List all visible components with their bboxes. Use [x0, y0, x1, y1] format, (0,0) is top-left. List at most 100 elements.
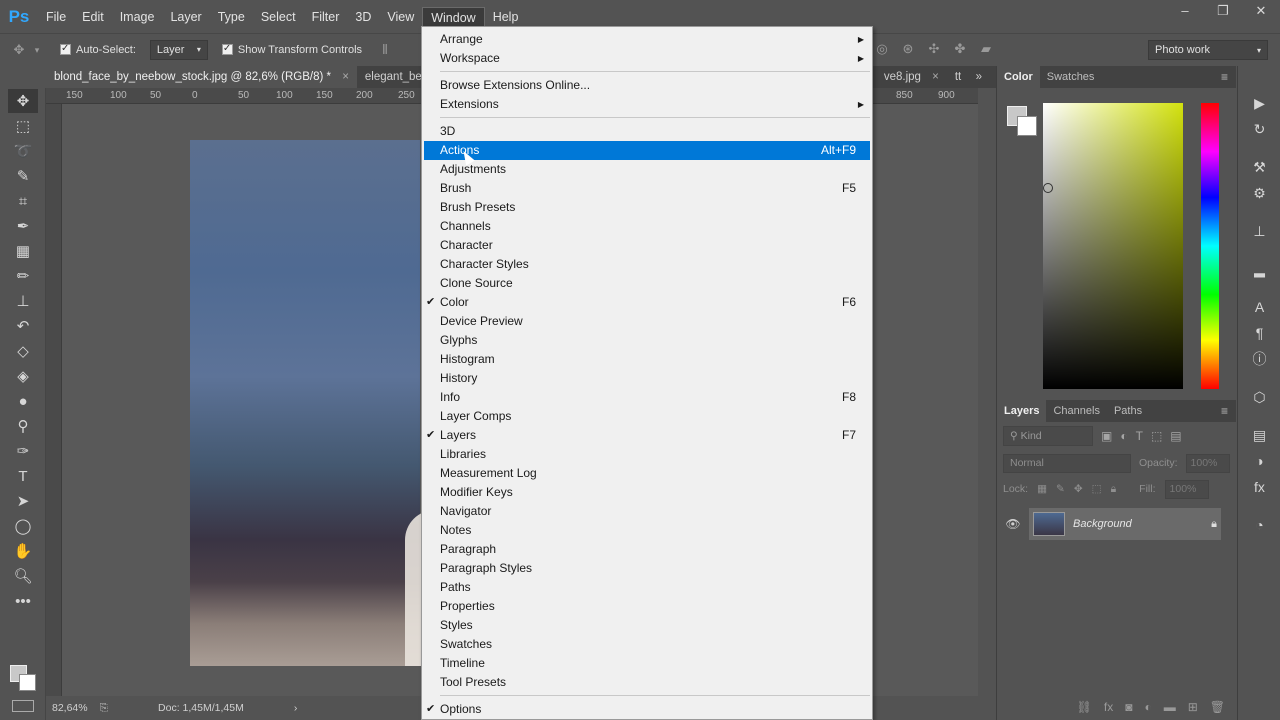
menu-item-options[interactable]: ✔ Options — [422, 700, 872, 719]
menu-item-brush[interactable]: Brush F5 — [422, 179, 872, 198]
move-tool-icon[interactable]: ✥ — [10, 41, 28, 59]
shape-filter-icon[interactable]: ⬚ — [1151, 429, 1162, 443]
menu-item-clone-source[interactable]: Clone Source — [422, 274, 872, 293]
3d-rotate-icon[interactable]: ◎ — [873, 40, 891, 58]
3d-roll-icon[interactable]: ⊛ — [899, 40, 917, 58]
histogram-icon[interactable]: ▂ — [1238, 256, 1280, 282]
menu-view[interactable]: View — [379, 7, 422, 27]
adjustment-layer-icon[interactable]: ◐ — [1144, 700, 1151, 714]
menu-item-paragraph-styles[interactable]: Paragraph Styles — [422, 559, 872, 578]
type-filter-icon[interactable]: T — [1136, 429, 1143, 443]
menu-item-tool-presets[interactable]: Tool Presets — [422, 673, 872, 692]
menu-select[interactable]: Select — [253, 7, 304, 27]
lock-pixels-icon[interactable]: ▦ — [1037, 483, 1047, 495]
trash-icon[interactable]: 🗑︎ — [1210, 700, 1225, 714]
document-tab[interactable]: blond_face_by_neebow_stock.jpg @ 82,6% (… — [46, 66, 357, 88]
menu-item-channels[interactable]: Channels — [422, 217, 872, 236]
ellipse-tool-icon[interactable]: ◯ — [8, 514, 38, 538]
tab-paths[interactable]: Paths — [1107, 400, 1149, 422]
menu-item-extensions[interactable]: Extensions ▶ — [422, 95, 872, 114]
eyedropper-tool-icon[interactable]: ✒ — [8, 214, 38, 238]
workspace-dropdown[interactable]: Photo work ▾ — [1148, 40, 1268, 60]
lock-position-icon[interactable]: ✥ — [1074, 483, 1083, 495]
paint-bucket-tool-icon[interactable]: ◈ — [8, 364, 38, 388]
menu-item-histogram[interactable]: Histogram — [422, 350, 872, 369]
status-menu-arrow[interactable]: › — [294, 702, 298, 714]
eraser-tool-icon[interactable]: ◇ — [8, 339, 38, 363]
mask-icon[interactable]: ◙ — [1125, 700, 1132, 714]
menu-help[interactable]: Help — [485, 7, 527, 27]
more-tools-icon[interactable]: ••• — [8, 589, 38, 613]
3d-icon[interactable]: ⬡ — [1238, 384, 1280, 410]
menu-item-properties[interactable]: Properties — [422, 597, 872, 616]
menu-item-glyphs[interactable]: Glyphs — [422, 331, 872, 350]
menu-item-actions[interactable]: Actions Alt+F9 — [424, 141, 870, 160]
menu-item-paths[interactable]: Paths — [422, 578, 872, 597]
adjustments-icon[interactable]: ⚙ — [1238, 180, 1280, 206]
panel-menu-icon[interactable]: ≡ — [1221, 404, 1228, 418]
menu-item-character[interactable]: Character — [422, 236, 872, 255]
menu-edit[interactable]: Edit — [74, 7, 112, 27]
quick-mask-icon[interactable] — [12, 700, 34, 712]
opacity-field[interactable]: 100% — [1185, 453, 1230, 473]
3d-scale-icon[interactable]: ▰ — [977, 40, 995, 58]
menu-item-browse-extensions-online[interactable]: Browse Extensions Online... — [422, 76, 872, 95]
background-color-swatch[interactable] — [19, 674, 36, 691]
zoom-tool-icon[interactable]: 🔍︎ — [8, 564, 38, 588]
move-tool-icon[interactable]: ✥ — [8, 89, 38, 113]
zoom-level[interactable]: 82,64% — [52, 702, 88, 714]
menu-type[interactable]: Type — [210, 7, 253, 27]
styles-icon[interactable]: ◑ — [1238, 448, 1280, 474]
tab-swatches[interactable]: Swatches — [1040, 66, 1102, 88]
color-picker-cursor[interactable] — [1043, 183, 1053, 193]
link-icon[interactable]: ⛓ — [1077, 700, 1092, 714]
panel-menu-icon[interactable]: ≡ — [1221, 70, 1228, 84]
history-icon[interactable]: ↻ — [1238, 116, 1280, 142]
new-layer-icon[interactable]: ⊞ — [1188, 700, 1198, 714]
menu-item-timeline[interactable]: Timeline — [422, 654, 872, 673]
clone-source-icon[interactable]: ⊥ — [1238, 218, 1280, 244]
align-top-icon[interactable]: ⫴ — [376, 41, 394, 59]
menu-item-navigator[interactable]: Navigator — [422, 502, 872, 521]
menu-image[interactable]: Image — [112, 7, 163, 27]
chevron-down-icon[interactable]: ▾ — [28, 41, 46, 59]
hue-slider[interactable] — [1201, 103, 1219, 389]
layer-row[interactable]: 👁︎ Background 🔒︎ — [997, 508, 1236, 540]
healing-brush-tool-icon[interactable]: ▦ — [8, 239, 38, 263]
menu-item-brush-presets[interactable]: Brush Presets — [422, 198, 872, 217]
document-tab[interactable]: ve8.jpg × — [876, 66, 947, 88]
eye-icon[interactable]: 👁︎ — [997, 517, 1029, 531]
menu-item-history[interactable]: History — [422, 369, 872, 388]
3d-slide-icon[interactable]: ✤ — [951, 40, 969, 58]
menu-item-libraries[interactable]: Libraries — [422, 445, 872, 464]
pen-tool-icon[interactable]: ✑ — [8, 439, 38, 463]
menu-item-styles[interactable]: Styles — [422, 616, 872, 635]
menu-layer[interactable]: Layer — [162, 7, 209, 27]
channels-icon[interactable]: ▤ — [1238, 422, 1280, 448]
minimize-button[interactable]: – — [1166, 0, 1204, 22]
crop-tool-icon[interactable]: ⌗ — [8, 189, 38, 213]
kind-filter[interactable]: ⚲ Kind — [1003, 426, 1093, 446]
close-button[interactable]: ✕ — [1242, 0, 1280, 22]
menu-item-3d[interactable]: 3D — [422, 122, 872, 141]
lock-paint-icon[interactable]: ✎ — [1056, 483, 1065, 495]
brush-tool-icon[interactable]: ✏ — [8, 264, 38, 288]
smart-object-filter-icon[interactable]: ▤ — [1170, 429, 1181, 443]
menu-item-modifier-keys[interactable]: Modifier Keys — [422, 483, 872, 502]
blend-mode-dropdown[interactable]: Normal — [1003, 453, 1131, 473]
lasso-tool-icon[interactable]: ➰ — [8, 139, 38, 163]
menu-item-paragraph[interactable]: Paragraph — [422, 540, 872, 559]
menu-item-color[interactable]: ✔ Color F6 — [422, 293, 872, 312]
auto-select-checkbox[interactable] — [60, 43, 71, 55]
type-tool-icon[interactable]: T — [8, 464, 38, 488]
close-icon[interactable]: × — [342, 71, 349, 83]
menu-item-layers[interactable]: ✔ Layers F7 — [422, 426, 872, 445]
menu-item-notes[interactable]: Notes — [422, 521, 872, 540]
restore-button[interactable]: ❐ — [1204, 0, 1242, 22]
tab-overflow-button[interactable]: » — [968, 66, 990, 88]
blur-tool-icon[interactable]: ● — [8, 389, 38, 413]
menu-item-adjustments[interactable]: Adjustments — [422, 160, 872, 179]
menu-3d[interactable]: 3D — [347, 7, 379, 27]
background-color-swatch[interactable] — [1017, 116, 1037, 136]
folder-icon[interactable]: ▬ — [1164, 700, 1176, 714]
